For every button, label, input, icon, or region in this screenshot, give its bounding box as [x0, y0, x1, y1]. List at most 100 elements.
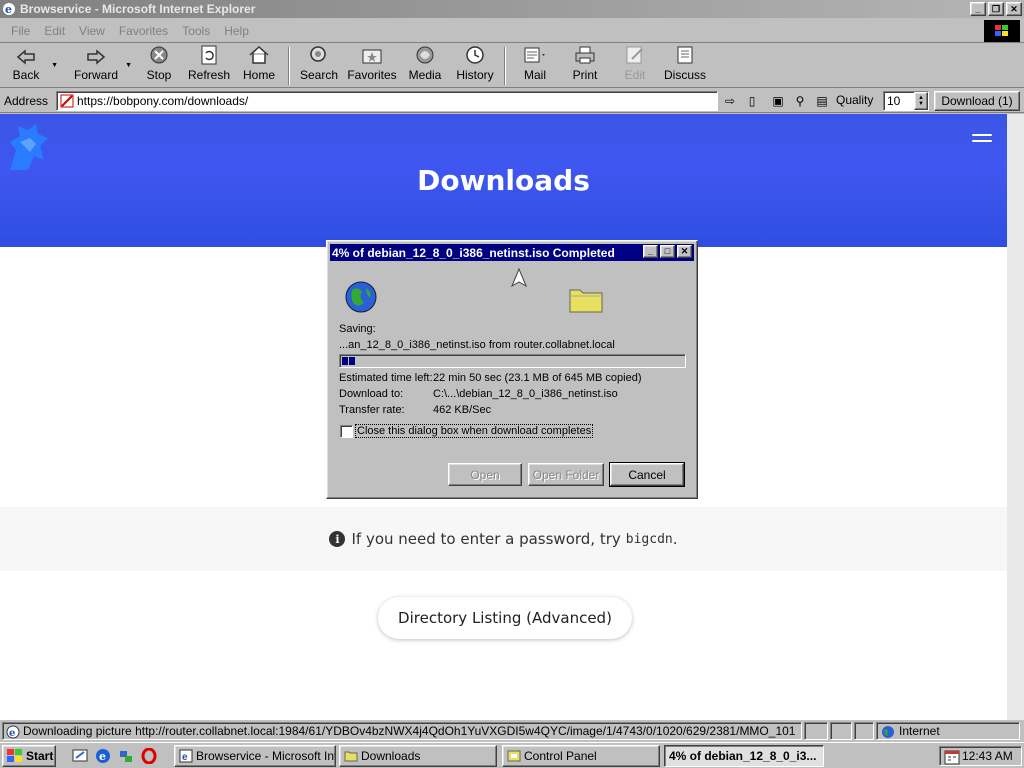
address-label: Address	[4, 93, 49, 108]
close-button[interactable]: ✕	[1006, 2, 1022, 16]
dialog-minimize-button[interactable]: _	[643, 245, 658, 258]
bookmark-icon[interactable]: ▯	[744, 92, 760, 110]
download-progress-bar	[339, 354, 686, 368]
address-input[interactable]: https://bobpony.com/downloads/	[56, 91, 718, 111]
dialog-close-button[interactable]: ✕	[677, 245, 692, 258]
time-left-label: Estimated time left:	[339, 372, 433, 384]
close-when-done-label[interactable]: Close this dialog box when download comp…	[354, 424, 594, 438]
control-panel-task-icon	[507, 750, 521, 762]
show-desktop-icon[interactable]	[72, 748, 88, 764]
refresh-label: Refresh	[187, 68, 231, 82]
window-titlebar[interactable]: e Browservice - Microsoft Internet Explo…	[0, 0, 1024, 18]
print-button[interactable]: Print	[560, 44, 610, 86]
password-info-banner: i If you need to enter a password, try b…	[0, 507, 1007, 571]
find-icon[interactable]: ⚲	[792, 92, 808, 110]
progress-fill	[342, 357, 356, 365]
toolbar-separator	[504, 47, 506, 85]
menu-edit[interactable]: Edit	[37, 24, 72, 38]
svg-text:e: e	[5, 3, 12, 16]
info-code: bigcdn	[625, 531, 673, 547]
window-title: Browservice - Microsoft Internet Explore…	[20, 2, 256, 16]
favorites-button[interactable]: Favorites	[344, 44, 400, 86]
media-button[interactable]: Media	[400, 44, 450, 86]
history-button[interactable]: History	[450, 44, 500, 86]
go-arrow-icon[interactable]: ⇨	[722, 92, 738, 110]
menu-view[interactable]: View	[72, 24, 112, 38]
network-icon[interactable]	[118, 748, 134, 764]
folder-icon	[569, 289, 603, 313]
task-downloads[interactable]: Downloads	[339, 745, 497, 767]
flying-document-icon	[510, 268, 528, 288]
dialog-title: 4% of debian_12_8_0_i386_netinst.iso Com…	[332, 245, 615, 260]
forward-arrow-icon	[87, 49, 106, 65]
edit-label: Edit	[624, 68, 646, 82]
home-button[interactable]: Home	[234, 44, 284, 86]
download-to-label: Download to:	[339, 388, 404, 400]
page-scrollbar[interactable]	[1007, 114, 1024, 720]
back-label: Back	[12, 68, 40, 82]
start-button[interactable]: Start	[2, 745, 56, 767]
discuss-label: Discuss	[663, 68, 706, 82]
search-button[interactable]: Search	[294, 44, 344, 86]
mail-icon	[524, 47, 545, 63]
edit-button[interactable]: Edit	[610, 44, 660, 86]
media-label: Media	[408, 68, 442, 82]
cancel-button[interactable]: Cancel	[609, 462, 685, 487]
history-icon	[466, 46, 484, 64]
no-security-icon	[60, 94, 74, 108]
directory-listing-button[interactable]: Directory Listing (Advanced)	[378, 597, 632, 639]
quality-value: 10	[887, 94, 901, 108]
menu-file[interactable]: File	[4, 24, 37, 38]
open-button[interactable]: Open	[448, 463, 522, 486]
hamburger-menu-icon[interactable]	[972, 134, 992, 148]
task-browservice[interactable]: e Browservice - Microsoft Int...	[174, 745, 336, 767]
clipboard-icon[interactable]: ▤	[814, 92, 830, 110]
scheduler-icon[interactable]	[944, 749, 960, 765]
favorites-label: Favorites	[347, 68, 397, 82]
back-dropdown-icon[interactable]: ▼	[51, 62, 58, 69]
stop-button[interactable]: Stop	[134, 44, 184, 86]
discuss-button[interactable]: Discuss	[660, 44, 710, 86]
forward-dropdown-icon[interactable]: ▼	[125, 62, 132, 69]
menu-tools[interactable]: Tools	[175, 24, 217, 38]
home-icon	[249, 45, 269, 64]
close-when-done-checkbox[interactable]	[340, 425, 353, 438]
quality-spinner[interactable]: ▲ ▼	[914, 92, 928, 110]
task-label: 4% of debian_12_8_0_i3...	[669, 749, 817, 763]
minimize-button[interactable]: _	[970, 2, 986, 16]
forward-button[interactable]: Forward ▼	[68, 44, 132, 86]
open-folder-button[interactable]: Open Folder	[528, 463, 604, 486]
download-button[interactable]: Download (1)	[934, 91, 1020, 111]
mail-button[interactable]: Mail	[510, 44, 560, 86]
menu-help[interactable]: Help	[217, 24, 256, 38]
opera-icon[interactable]	[141, 748, 157, 764]
time-left-value: 22 min 50 sec (23.1 MB of 645 MB copied)	[433, 372, 642, 384]
back-button[interactable]: Back ▼	[2, 44, 58, 86]
progress-block	[342, 357, 348, 365]
quality-input[interactable]: 10 ▲ ▼	[883, 91, 929, 111]
page-header: Downloads	[0, 114, 1007, 247]
task-control-panel[interactable]: Control Panel	[502, 745, 660, 767]
transfer-rate-label: Transfer rate:	[339, 404, 405, 416]
ie-task-icon: e	[179, 749, 193, 763]
search-icon	[310, 46, 326, 62]
menu-favorites[interactable]: Favorites	[112, 24, 175, 38]
task-download-progress[interactable]: 4% of debian_12_8_0_i3...	[664, 745, 824, 767]
saving-file: ...an_12_8_0_i386_netinst.iso from route…	[339, 339, 615, 351]
dialog-titlebar[interactable]: 4% of debian_12_8_0_i386_netinst.iso Com…	[330, 244, 694, 261]
standard-toolbar: Back ▼ Forward ▼ Stop Refresh Home Searc…	[0, 44, 1024, 88]
page-icon[interactable]: ▣	[770, 92, 786, 110]
stop-label: Stop	[146, 68, 172, 82]
clock[interactable]: 12:43 AM	[962, 749, 1013, 763]
windows-start-icon	[7, 749, 22, 762]
stop-icon	[150, 46, 168, 64]
address-bar: Address https://bobpony.com/downloads/ ⇨…	[0, 89, 1024, 113]
favorites-icon	[362, 49, 382, 64]
refresh-button[interactable]: Refresh	[184, 44, 234, 86]
internet-explorer-icon[interactable]: e	[95, 748, 111, 764]
dialog-maximize-button[interactable]: □	[660, 245, 675, 258]
system-tray: 12:43 AM	[939, 746, 1022, 766]
task-label: Downloads	[361, 749, 421, 763]
restore-button[interactable]: ❐	[988, 2, 1004, 16]
page-heading: Downloads	[417, 164, 590, 197]
